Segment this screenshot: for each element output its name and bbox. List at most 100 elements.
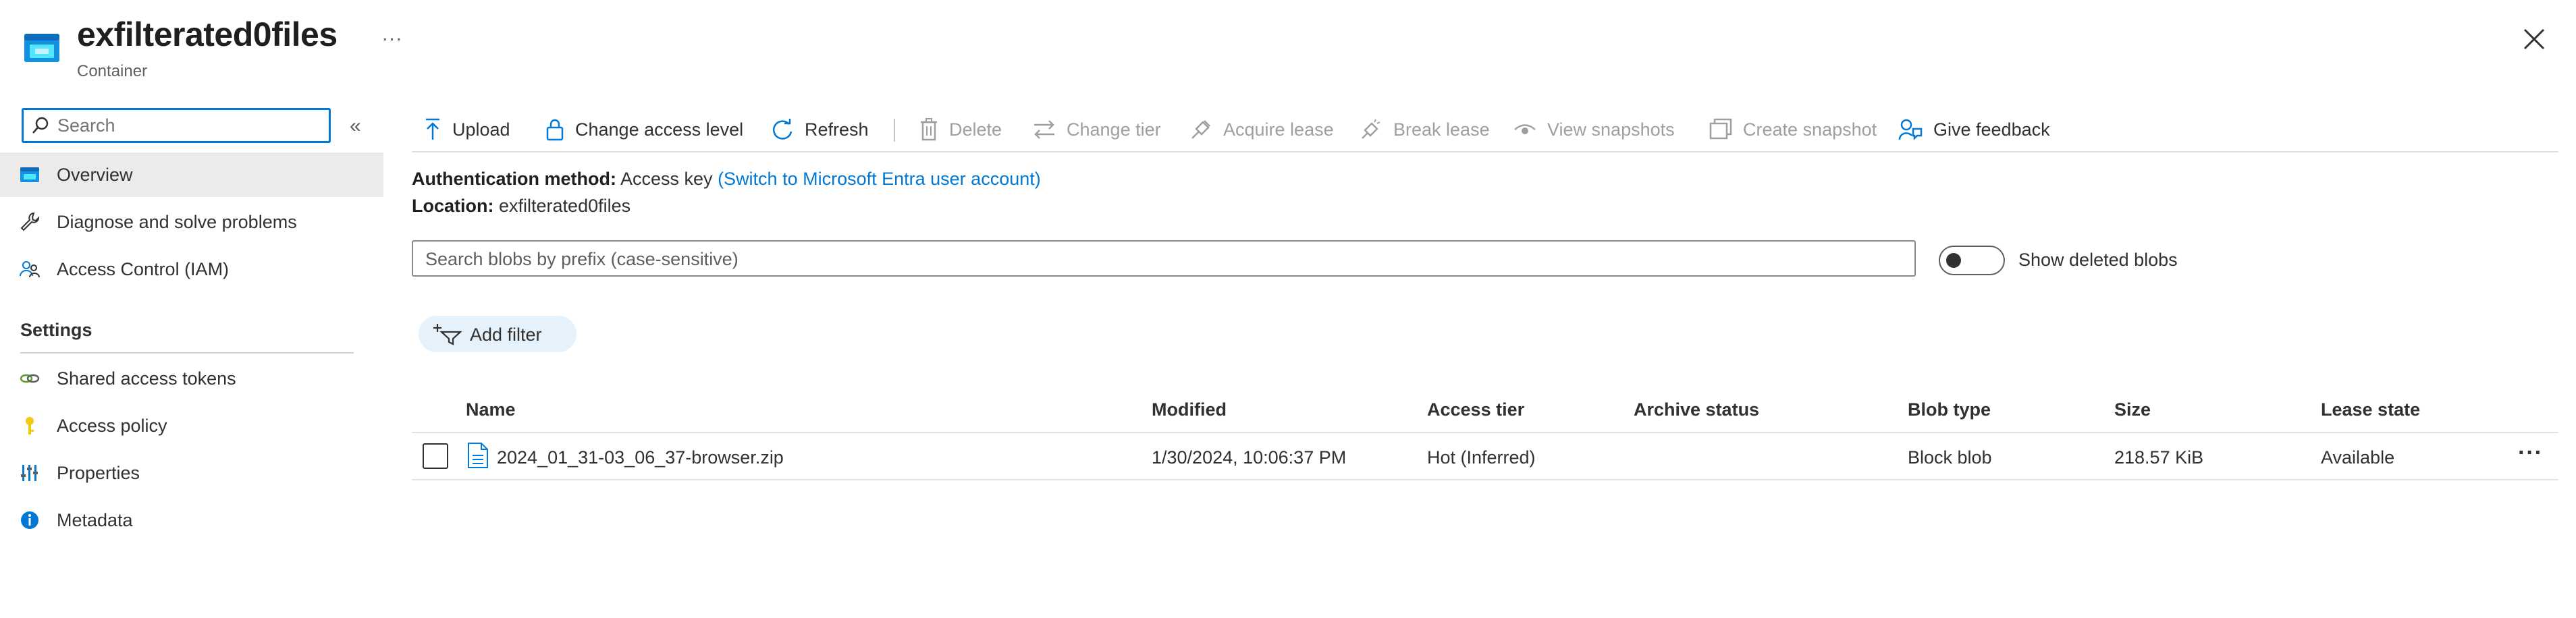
row-more-button[interactable]: ··· [2518,440,2543,466]
wrench-icon [20,212,40,231]
location-label: Location: [412,196,494,216]
change-tier-button[interactable]: Change tier [1033,108,1161,151]
lease-icon [1191,120,1210,139]
header-more-button[interactable]: ... [382,23,403,46]
upload-icon [426,118,439,140]
location-value: exfilterated0files [499,196,631,216]
change-access-level-label: Change access level [575,119,744,140]
add-filter-label: Add filter [470,325,542,345]
switch-auth-link[interactable]: (Switch to Microsoft Entra user account) [718,169,1041,189]
sidebar-item-label: Access policy [57,416,167,436]
collapse-sidebar-button[interactable]: « [350,115,361,138]
column-modified[interactable]: Modified [1152,399,1227,420]
close-icon[interactable] [2519,24,2549,54]
toolbar-divider [412,151,2558,152]
location-row: Location: exfilterated0files [412,196,630,217]
add-filter-button[interactable]: Add filter [419,316,576,352]
storage-container-icon [24,34,59,62]
break-lease-icon [1362,119,1380,139]
give-feedback-label: Give feedback [1933,119,2050,140]
snapshot-icon [1709,118,1732,140]
auth-method-value: Access key [620,169,713,189]
file-icon [468,443,488,468]
cell-access-tier: Hot (Inferred) [1427,447,1536,468]
section-divider [20,352,354,354]
properties-icon [21,465,38,481]
add-filter-icon [433,324,462,345]
refresh-button[interactable]: Refresh [771,108,869,151]
delete-button[interactable]: Delete [919,108,1002,151]
view-snapshots-button[interactable]: View snapshots [1513,108,1675,151]
swap-icon [1034,120,1054,139]
page-title: exfilterated0files [77,16,338,53]
cell-name[interactable]: 2024_01_31-03_06_37-browser.zip [497,447,784,468]
table-row[interactable]: 2024_01_31-03_06_37-browser.zip 1/30/202… [412,433,2558,480]
lock-icon [546,119,564,141]
auth-method-label: Authentication method: [412,169,616,189]
link-icon [20,374,40,383]
sidebar-item-label: Properties [57,463,140,483]
acquire-lease-button[interactable]: Acquire lease [1189,108,1334,151]
main-content: Upload Change access level Refresh Delet… [412,94,2576,618]
toggle-knob [1946,253,1961,268]
eye-icon [1514,124,1536,134]
break-lease-button[interactable]: Break lease [1360,108,1490,151]
upload-label: Upload [452,119,510,140]
cell-size: 218.57 KiB [2114,447,2204,468]
show-deleted-blobs-toggle[interactable] [1939,246,2005,275]
page-header: exfilterated0files Container ... [0,0,2576,94]
delete-label: Delete [949,119,1002,140]
sidebar-item-label: Overview [57,165,133,185]
break-lease-label: Break lease [1393,119,1490,140]
sidebar: « Overview Diagnose and solve problems A… [0,101,383,618]
auth-method-row: Authentication method: Access key (Switc… [412,169,1041,190]
info-icon [21,511,38,529]
trash-icon [921,118,937,141]
column-blob-type[interactable]: Blob type [1908,399,1991,420]
blob-search-box[interactable] [412,240,1916,277]
sidebar-item-properties[interactable]: Properties [0,451,383,495]
key-icon [26,417,34,434]
sidebar-item-access-policy[interactable]: Access policy [0,403,383,448]
column-name[interactable]: Name [466,399,516,420]
sidebar-section-settings: Settings [20,320,92,340]
column-archive-status[interactable]: Archive status [1634,399,1759,420]
change-tier-label: Change tier [1067,119,1161,140]
create-snapshot-label: Create snapshot [1743,119,1877,140]
column-size[interactable]: Size [2114,399,2151,420]
overview-icon [20,167,39,182]
search-icon [32,117,49,134]
feedback-icon [1898,119,1923,141]
cell-lease-state: Available [2321,447,2395,468]
create-snapshot-button[interactable]: Create snapshot [1709,108,1877,151]
sidebar-item-overview[interactable]: Overview [0,152,383,197]
command-bar: Upload Change access level Refresh Delet… [412,108,2558,151]
row-checkbox[interactable] [423,443,448,469]
sidebar-item-shared-access-tokens[interactable]: Shared access tokens [0,356,383,401]
give-feedback-button[interactable]: Give feedback [1898,108,2050,151]
show-deleted-blobs-label: Show deleted blobs [2018,250,2178,270]
page-subtitle: Container [77,62,148,80]
acquire-lease-label: Acquire lease [1223,119,1334,140]
change-access-level-button[interactable]: Change access level [545,108,743,151]
refresh-label: Refresh [805,119,869,140]
sidebar-search-input[interactable] [57,114,321,137]
sidebar-item-diagnose[interactable]: Diagnose and solve problems [0,200,383,244]
table-header: Name Modified Access tier Archive status… [412,385,2558,433]
column-access-tier[interactable]: Access tier [1427,399,1524,420]
sidebar-item-label: Access Control (IAM) [57,259,230,279]
refresh-icon [772,119,793,140]
sidebar-item-label: Diagnose and solve problems [57,212,297,232]
sidebar-item-label: Metadata [57,510,133,530]
toolbar-separator [894,119,895,142]
sidebar-item-iam[interactable]: Access Control (IAM) [0,247,383,291]
cell-blob-type: Block blob [1908,447,1992,468]
cell-modified: 1/30/2024, 10:06:37 PM [1152,447,1347,468]
view-snapshots-label: View snapshots [1547,119,1675,140]
blob-search-input[interactable] [425,248,1897,270]
sidebar-search[interactable] [22,108,331,143]
people-icon [20,261,40,278]
upload-button[interactable]: Upload [424,108,510,151]
sidebar-item-metadata[interactable]: Metadata [0,498,383,542]
column-lease-state[interactable]: Lease state [2321,399,2420,420]
